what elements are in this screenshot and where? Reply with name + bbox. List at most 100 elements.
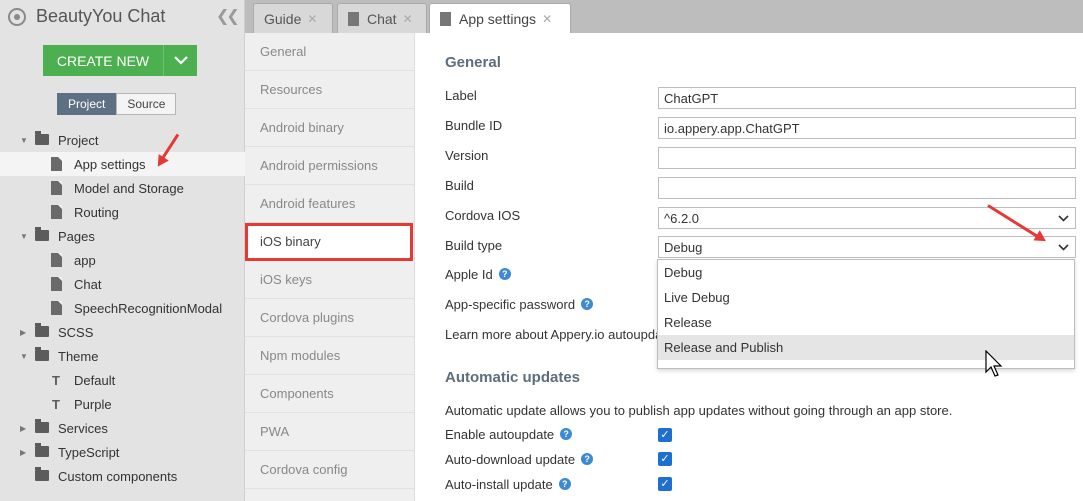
build-type-row-label: Build type xyxy=(445,234,502,256)
field-label: Enable autoupdate xyxy=(445,426,555,442)
tree-item-theme-default[interactable]: T Default xyxy=(0,368,245,392)
mouse-cursor-icon xyxy=(985,350,1003,377)
bundle-id-input[interactable]: io.appery.app.ChatGPT xyxy=(658,117,1076,139)
build-input[interactable] xyxy=(658,177,1076,199)
tree-item-label: Custom components xyxy=(58,468,178,484)
tree-item-label: Default xyxy=(74,372,116,388)
settings-nav-ios-binary[interactable]: iOS binary xyxy=(245,223,413,261)
tab-label: App settings xyxy=(459,10,537,27)
settings-nav-resources[interactable]: Resources xyxy=(245,71,414,109)
field-value: io.appery.app.ChatGPT xyxy=(664,120,800,136)
version-input[interactable] xyxy=(658,147,1076,169)
theme-t-icon: T xyxy=(52,396,60,412)
tree-item-scss[interactable]: ▶ SCSS xyxy=(0,320,245,344)
caret-down-icon[interactable]: ▼ xyxy=(20,232,28,241)
settings-nav-ios-keys[interactable]: iOS keys xyxy=(245,261,414,299)
caret-down-icon[interactable]: ▼ xyxy=(20,352,28,361)
chevron-down-icon[interactable] xyxy=(163,45,197,76)
appery-logo-icon xyxy=(8,7,26,26)
help-icon[interactable]: ? xyxy=(581,298,594,310)
field-label: Build xyxy=(445,177,474,193)
learn-more-label: Learn more about Appery.io autoupda xyxy=(445,326,663,342)
tab-label: Chat xyxy=(367,10,397,27)
create-new-label: CREATE NEW xyxy=(56,52,150,69)
cordova-ios-select[interactable]: ^6.2.0 xyxy=(658,207,1076,229)
double-chevron-left-icon[interactable]: ❮❮ xyxy=(216,6,240,26)
settings-nav-npm-modules[interactable]: Npm modules xyxy=(245,337,414,375)
settings-nav-cordova-config[interactable]: Cordova config xyxy=(245,451,414,489)
folder-icon xyxy=(35,323,49,337)
settings-nav-android-permissions[interactable]: Android permissions xyxy=(245,147,414,185)
tree-item-label: app xyxy=(74,252,96,268)
bundle-id-row-label: Bundle ID xyxy=(445,114,502,136)
build-type-select[interactable]: Debug xyxy=(658,236,1076,258)
help-icon[interactable]: ? xyxy=(581,453,594,465)
tree-item-label: Project xyxy=(58,132,99,148)
automatic-updates-description: Automatic update allows you to publish a… xyxy=(445,403,953,418)
tree-item-custom-components[interactable]: Custom components xyxy=(0,464,245,488)
create-new-button[interactable]: CREATE NEW xyxy=(43,45,197,76)
build-type-option-debug[interactable]: Debug xyxy=(658,260,1074,285)
page-icon xyxy=(348,11,359,26)
auto-download-checkbox[interactable]: ✓ xyxy=(658,452,672,466)
build-type-option-live-debug[interactable]: Live Debug xyxy=(658,285,1074,310)
tree-item-pages[interactable]: ▼ Pages xyxy=(0,224,245,248)
caret-right-icon[interactable]: ▶ xyxy=(20,448,26,457)
help-icon[interactable]: ? xyxy=(498,268,511,280)
source-toggle-button[interactable]: Source xyxy=(116,93,177,115)
close-icon[interactable]: ✕ xyxy=(542,12,552,26)
caret-right-icon[interactable]: ▶ xyxy=(20,328,26,337)
help-icon[interactable]: ? xyxy=(558,478,571,490)
build-type-option-release[interactable]: Release xyxy=(658,310,1074,335)
settings-file-icon xyxy=(440,11,451,26)
build-row-label: Build xyxy=(445,174,474,196)
tree-item-page-app[interactable]: app xyxy=(0,248,245,272)
help-icon[interactable]: ? xyxy=(560,428,573,440)
tree-item-app-settings[interactable]: App settings xyxy=(0,152,245,176)
build-type-option-release-and-publish[interactable]: Release and Publish xyxy=(658,335,1074,360)
build-type-dropdown: Debug Live Debug Release Release and Pub… xyxy=(657,259,1075,369)
settings-nav-android-features[interactable]: Android features xyxy=(245,185,414,223)
caret-right-icon[interactable]: ▶ xyxy=(20,424,26,433)
field-label: Auto-download update xyxy=(445,451,576,467)
auto-install-checkbox[interactable]: ✓ xyxy=(658,477,672,491)
project-toggle-button[interactable]: Project xyxy=(57,93,117,115)
tree-item-project[interactable]: ▼ Project xyxy=(0,128,245,152)
tree-item-services[interactable]: ▶ Services xyxy=(0,416,245,440)
settings-nav-android-binary[interactable]: Android binary xyxy=(245,109,414,147)
label-input[interactable]: ChatGPT xyxy=(658,87,1076,109)
tab-chat[interactable]: Chat ✕ xyxy=(337,3,427,33)
tree-item-routing[interactable]: Routing xyxy=(0,200,245,224)
enable-autoupdate-row: Enable autoupdate ? xyxy=(445,423,573,445)
folder-icon xyxy=(35,419,49,433)
settings-nav-components[interactable]: Components xyxy=(245,375,414,413)
field-label: Auto-install update xyxy=(445,476,553,492)
close-icon[interactable]: ✕ xyxy=(403,12,413,26)
field-label: Cordova IOS xyxy=(445,207,521,223)
learn-more-text: Learn more about Appery.io autoupda xyxy=(445,323,662,345)
tree-item-page-speech[interactable]: SpeechRecognitionModal xyxy=(0,296,245,320)
tab-app-settings[interactable]: App settings ✕ xyxy=(429,3,571,33)
tree-item-theme[interactable]: ▼ Theme xyxy=(0,344,245,368)
tab-guide[interactable]: Guide ✕ xyxy=(253,3,333,33)
tree-item-label: Pages xyxy=(58,228,95,244)
field-label: Bundle ID xyxy=(445,117,503,133)
settings-nav-general[interactable]: General xyxy=(245,33,414,71)
tree-item-label: TypeScript xyxy=(58,444,120,460)
chevron-down-icon xyxy=(1058,243,1069,251)
caret-down-icon[interactable]: ▼ xyxy=(20,136,28,145)
enable-autoupdate-checkbox[interactable]: ✓ xyxy=(658,428,672,442)
page-icon xyxy=(51,253,62,267)
tree-item-model-and-storage[interactable]: Model and Storage xyxy=(0,176,245,200)
settings-nav-pwa[interactable]: PWA xyxy=(245,413,414,451)
tree-item-label: Chat xyxy=(74,276,102,292)
settings-nav-cordova-plugins[interactable]: Cordova plugins xyxy=(245,299,414,337)
apple-id-row-label: Apple Id ? xyxy=(445,263,511,285)
field-label: Build type xyxy=(445,237,503,253)
tree-item-theme-purple[interactable]: T Purple xyxy=(0,392,245,416)
close-icon[interactable]: ✕ xyxy=(307,12,317,26)
tree-item-page-chat[interactable]: Chat xyxy=(0,272,245,296)
project-tree: ▼ Project App settings Model and Storage… xyxy=(0,128,245,488)
folder-icon xyxy=(35,467,49,481)
tree-item-typescript[interactable]: ▶ TypeScript xyxy=(0,440,245,464)
